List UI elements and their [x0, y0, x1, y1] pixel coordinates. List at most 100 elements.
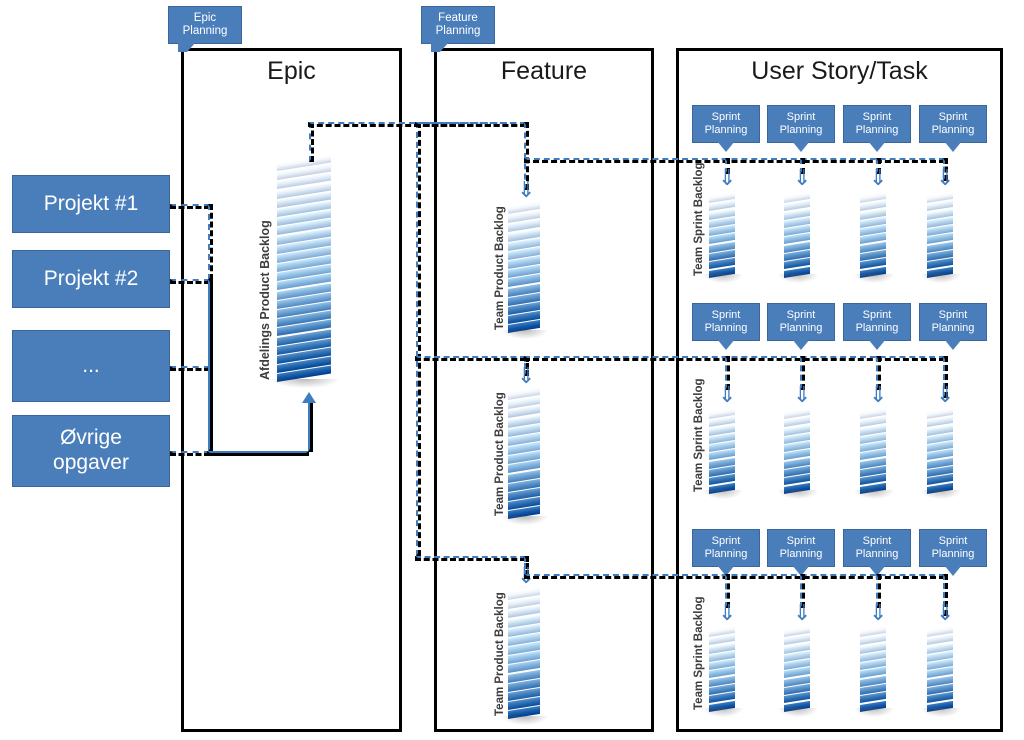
stack-team-sprint-backlog-r2c1: [703, 407, 743, 499]
project-box-label: Projekt #2: [43, 266, 139, 290]
callout-feature-planning[interactable]: Feature Planning: [421, 6, 495, 52]
callout-tail-icon: [717, 141, 735, 152]
arrow-into-epic-stack-icon: [302, 392, 316, 403]
stack-shadow: [778, 708, 818, 717]
sprint-planning-label: Sprint Planning: [704, 535, 748, 560]
connector-feature-branch-2: [415, 356, 526, 361]
diagram-canvas: Epic Feature User Story/Task Epic Planni…: [0, 0, 1024, 740]
project-box-4[interactable]: Øvrige opgaver: [12, 415, 170, 487]
stack-shadow: [703, 708, 743, 717]
callout-tail-icon: [792, 339, 810, 350]
connector-epic-riser: [308, 400, 313, 452]
sprint-planning-card-r1c2[interactable]: Sprint Planning: [767, 105, 835, 152]
stack-team-sprint-backlog-r1c3: [854, 191, 894, 283]
connector-project2-stub: [170, 279, 210, 284]
sprint-planning-label: Sprint Planning: [855, 535, 899, 560]
stack-team-sprint-backlog-r3c3: [854, 625, 894, 717]
sprint-planning-card-r3c2[interactable]: Sprint Planning: [767, 529, 835, 576]
stack-shadow: [703, 274, 743, 283]
stack-team-sprint-backlog-r3c1: [703, 625, 743, 717]
stack-team-sprint-backlog-r2c2: [778, 407, 818, 499]
sprint-planning-card-r3c4[interactable]: Sprint Planning: [919, 529, 987, 576]
connector-project3-stub: [170, 366, 210, 371]
stack-shadow: [502, 516, 548, 525]
sprint-planning-card-r1c4[interactable]: Sprint Planning: [919, 105, 987, 152]
sprint-planning-card-r2c2[interactable]: Sprint Planning: [767, 303, 835, 350]
panel-title-feature: Feature: [500, 57, 588, 85]
sprint-planning-card-r1c3[interactable]: Sprint Planning: [843, 105, 911, 152]
sprint-planning-label: Sprint Planning: [779, 535, 823, 560]
arrow-into-team-backlog-2-icon: ⇓: [517, 364, 536, 389]
arrow-into-sprint-backlog-r2c2-icon: ⇓: [793, 383, 812, 408]
label-team-sprint-backlog-2: Team Sprint Backlog: [693, 378, 705, 492]
sprint-planning-label: Sprint Planning: [704, 111, 748, 136]
sprint-planning-card-r2c1[interactable]: Sprint Planning: [692, 303, 760, 350]
panel-title-epic: Epic: [267, 57, 316, 85]
panel-epic: Epic: [181, 48, 402, 732]
sprint-planning-card-r3c1[interactable]: Sprint Planning: [692, 529, 760, 576]
sprint-planning-label: Sprint Planning: [855, 309, 899, 334]
stack-team-sprint-backlog-r1c4: [921, 191, 961, 283]
connector-userstory-bus-1: [524, 158, 945, 163]
label-team-product-backlog-1: Team Product Backlog: [494, 206, 506, 330]
connector-project1-stub: [170, 204, 210, 209]
connector-epic-trunk-bottom: [207, 451, 309, 456]
stack-shadow: [921, 274, 961, 283]
stack-team-sprint-backlog-r1c2: [778, 191, 818, 283]
project-box-1[interactable]: Projekt #1: [12, 175, 170, 233]
stack-shadow: [854, 490, 894, 499]
stack-shadow: [921, 490, 961, 499]
label-team-sprint-backlog-3: Team Sprint Backlog: [693, 596, 705, 710]
callout-tail-icon: [944, 339, 962, 350]
label-afdelings-product-backlog: Afdelings Product Backlog: [258, 220, 272, 380]
stack-team-sprint-backlog-r2c3: [854, 407, 894, 499]
stack-shadow: [502, 716, 548, 725]
sprint-planning-card-r1c1[interactable]: Sprint Planning: [692, 105, 760, 152]
arrow-into-sprint-backlog-r1c4-icon: ⇓: [936, 166, 955, 191]
connector-epic-trunk: [208, 279, 213, 452]
stack-team-product-backlog-2: [502, 386, 548, 525]
sprint-planning-card-r2c4[interactable]: Sprint Planning: [919, 303, 987, 350]
callout-tail-icon: [178, 42, 196, 52]
arrow-into-sprint-backlog-r1c3-icon: ⇓: [869, 166, 888, 191]
connector-feature-bus-vertical: [416, 122, 421, 556]
sprint-planning-card-r3c3[interactable]: Sprint Planning: [843, 529, 911, 576]
callout-tail-icon: [944, 141, 962, 152]
sprint-planning-label: Sprint Planning: [779, 309, 823, 334]
project-box-label: Projekt #1: [43, 191, 139, 215]
arrow-into-sprint-backlog-r2c1-icon: ⇓: [718, 383, 737, 408]
arrow-into-sprint-backlog-r1c1-icon: ⇓: [718, 166, 737, 191]
arrow-into-sprint-backlog-r3c3-icon: ⇓: [869, 601, 888, 626]
callout-epic-planning-label: Epic Planning: [182, 11, 228, 37]
sprint-planning-label: Sprint Planning: [931, 535, 975, 560]
label-team-sprint-backlog-1: Team Sprint Backlog: [693, 162, 705, 276]
stack-shadow: [502, 330, 548, 339]
stack-shadow: [854, 708, 894, 717]
sprint-planning-card-r2c3[interactable]: Sprint Planning: [843, 303, 911, 350]
project-box-2[interactable]: Projekt #2: [12, 250, 170, 308]
connector-project1-riser: [208, 204, 213, 280]
connector-feature-branch-1: [415, 122, 526, 127]
callout-epic-planning[interactable]: Epic Planning: [168, 6, 242, 52]
stack-shadow: [271, 379, 339, 388]
label-team-product-backlog-2: Team Product Backlog: [494, 392, 506, 516]
project-box-3[interactable]: ...: [12, 330, 170, 402]
callout-tail-icon: [868, 339, 886, 350]
stack-team-sprint-backlog-r1c1: [703, 191, 743, 283]
stack-shadow: [778, 490, 818, 499]
connector-project4-stub: [170, 451, 210, 456]
callout-tail-icon: [717, 339, 735, 350]
label-team-product-backlog-3: Team Product Backlog: [494, 592, 506, 716]
stack-shadow: [854, 274, 894, 283]
connector-feature-branch-3: [415, 556, 526, 561]
panel-feature: Feature: [434, 48, 654, 732]
arrow-into-sprint-backlog-r2c3-icon: ⇓: [869, 383, 888, 408]
callout-tail-icon: [868, 141, 886, 152]
arrow-into-sprint-backlog-r1c2-icon: ⇓: [793, 166, 812, 191]
callout-feature-planning-label: Feature Planning: [435, 11, 481, 37]
sprint-planning-label: Sprint Planning: [779, 111, 823, 136]
stack-shadow: [921, 708, 961, 717]
stack-team-sprint-backlog-r3c2: [778, 625, 818, 717]
arrow-into-sprint-backlog-r3c4-icon: ⇓: [936, 601, 955, 626]
connector-epic-out-riser: [309, 122, 314, 162]
